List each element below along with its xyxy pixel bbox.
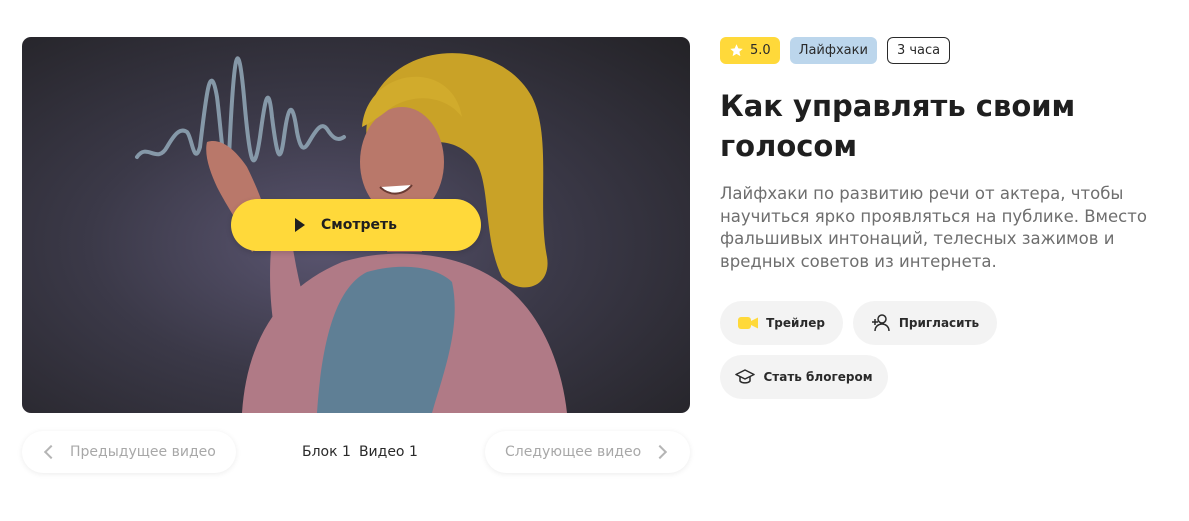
course-title: Как управлять своим голосом: [720, 89, 1076, 163]
become-blogger-label: Стать блогером: [763, 370, 873, 384]
course-badges: 5.0 Лайфхаки 3 часа: [720, 37, 951, 64]
star-icon: [730, 44, 743, 57]
next-video-label: Следующее видео: [505, 444, 642, 460]
video-number-label: Видео 1: [358, 444, 418, 460]
graduation-cap-icon: [735, 369, 756, 384]
add-user-icon: [871, 314, 890, 332]
previous-video-label: Предыдущее видео: [70, 444, 216, 460]
rating-badge: 5.0: [720, 37, 780, 64]
chevron-left-icon: [43, 444, 59, 460]
watch-button[interactable]: Смотреть: [231, 199, 481, 251]
trailer-button[interactable]: Трейлер: [720, 301, 843, 345]
invite-button-label: Пригласить: [898, 316, 980, 330]
video-player[interactable]: Смотреть: [22, 37, 690, 413]
video-camera-icon: [738, 317, 759, 329]
course-description: Лайфхаки по развитию речи от актера, что…: [720, 184, 1147, 271]
invite-button[interactable]: Пригласить: [853, 301, 997, 345]
play-icon: [295, 218, 306, 232]
rating-value: 5.0: [750, 43, 771, 58]
previous-video-button[interactable]: Предыдущее видео: [22, 431, 236, 473]
next-video-button[interactable]: Следующее видео: [485, 431, 690, 473]
become-blogger-button[interactable]: Стать блогером: [720, 355, 888, 399]
block-label: Блок 1: [302, 444, 351, 460]
duration-badge: 3 часа: [886, 37, 951, 64]
video-position: Блок 1 Видео 1: [302, 444, 418, 460]
chevron-right-icon: [653, 444, 668, 460]
trailer-button-label: Трейлер: [766, 316, 825, 330]
category-badge[interactable]: Лайфхаки: [789, 37, 877, 64]
watch-button-label: Смотреть: [321, 217, 397, 233]
